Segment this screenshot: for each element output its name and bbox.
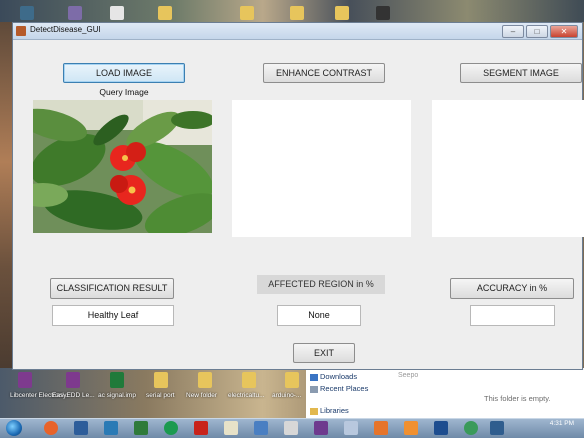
libraries-icon xyxy=(310,408,318,415)
app-icon[interactable] xyxy=(404,421,418,435)
desktop-folder-icon[interactable] xyxy=(158,6,172,20)
desktop-folder-icon[interactable] xyxy=(335,6,349,20)
whatsapp-icon[interactable] xyxy=(164,421,178,435)
nav-item-downloads[interactable]: Downloads xyxy=(320,372,357,381)
accuracy-button[interactable]: ACCURACY in % xyxy=(450,278,574,299)
enhanced-image-display xyxy=(232,100,411,237)
explorer-nav-pane: Downloads Recent Places Libraries xyxy=(306,370,385,418)
serial-port-folder-icon[interactable] xyxy=(154,372,168,388)
segment-image-button[interactable]: SEGMENT IMAGE xyxy=(460,63,582,83)
nav-item-libraries[interactable]: Libraries xyxy=(320,406,349,415)
desktop-shortcut-icon[interactable] xyxy=(20,6,34,20)
explorer-content-pane: Seepo This folder is empty. xyxy=(384,370,584,418)
classification-result-button[interactable]: CLASSIFICATION RESULT xyxy=(50,278,174,299)
desktop-icon-label: serial port xyxy=(146,392,175,399)
segmented-image-display xyxy=(432,100,584,237)
window-titlebar[interactable]: DetectDisease_GUI – □ ✕ xyxy=(13,23,582,40)
window-title: DetectDisease_GUI xyxy=(30,25,101,34)
chrome-icon[interactable] xyxy=(44,421,58,435)
query-image-label: Query Image xyxy=(99,87,149,97)
app-icon[interactable] xyxy=(434,421,448,435)
close-button[interactable]: ✕ xyxy=(550,25,578,38)
clock-time: 4:31 PM xyxy=(549,420,574,427)
affected-region-value-field: None xyxy=(277,305,361,326)
affected-region-label: AFFECTED REGION in % xyxy=(257,275,385,294)
query-image-display xyxy=(33,100,212,233)
app-icon[interactable] xyxy=(284,421,298,435)
arduino-folder-icon[interactable] xyxy=(285,372,299,388)
ac-signal-icon[interactable] xyxy=(110,372,124,388)
new-folder-icon[interactable] xyxy=(198,372,212,388)
tray-clock[interactable]: 4:31 PM xyxy=(550,420,574,428)
load-image-button[interactable]: LOAD IMAGE xyxy=(63,63,185,83)
desktop-icon-label: EasyEDD Le... xyxy=(52,392,95,399)
electricaltu-folder-icon[interactable] xyxy=(242,372,256,388)
app-icon[interactable] xyxy=(224,421,238,435)
taskbar: 4:31 PM xyxy=(0,418,584,438)
desktop-folder-icon[interactable] xyxy=(290,6,304,20)
recent-places-icon xyxy=(310,386,318,393)
classification-value-field: Healthy Leaf xyxy=(52,305,174,326)
app-icon[interactable] xyxy=(464,421,478,435)
matlab-icon[interactable] xyxy=(374,421,388,435)
pdf-icon[interactable] xyxy=(194,421,208,435)
desktop-icon-label: ac signal.imp xyxy=(98,392,136,399)
app-icon[interactable] xyxy=(74,421,88,435)
folder-empty-message: This folder is empty. xyxy=(484,394,551,403)
app-icon[interactable] xyxy=(104,421,118,435)
desktop-icon-label: New folder xyxy=(186,392,218,399)
matlab-app-icon xyxy=(16,26,26,36)
start-button[interactable] xyxy=(6,420,22,436)
exit-button[interactable]: EXIT xyxy=(293,343,355,363)
desktop-shortcut-icon[interactable] xyxy=(68,6,82,20)
desktop-icon-label: arduino-... xyxy=(272,392,302,399)
desktop-icon-label: electricaltu... xyxy=(228,392,265,399)
explorer-search-hint: Seepo xyxy=(398,372,419,379)
downloads-icon xyxy=(310,374,318,381)
desktop-file-icon[interactable] xyxy=(110,6,124,20)
leaf-flower-photo xyxy=(33,100,212,233)
app-icon[interactable] xyxy=(134,421,148,435)
accuracy-value-field xyxy=(470,305,555,326)
easyeda-icon[interactable] xyxy=(66,372,80,388)
app-icon[interactable] xyxy=(254,421,268,435)
minimize-button[interactable]: – xyxy=(502,25,524,38)
desktop-folder-icon[interactable] xyxy=(240,6,254,20)
desktop-app-icon[interactable] xyxy=(376,6,390,20)
enhance-contrast-button[interactable]: ENHANCE CONTRAST xyxy=(263,63,385,83)
detect-disease-window: DetectDisease_GUI – □ ✕ LOAD IMAGE ENHAN… xyxy=(12,22,584,370)
app-icon[interactable] xyxy=(344,421,358,435)
app-icon[interactable] xyxy=(490,421,504,435)
libcenter-icon[interactable] xyxy=(18,372,32,388)
nav-item-recent-places[interactable]: Recent Places xyxy=(320,384,368,393)
maximize-button[interactable]: □ xyxy=(526,25,548,38)
app-icon[interactable] xyxy=(314,421,328,435)
